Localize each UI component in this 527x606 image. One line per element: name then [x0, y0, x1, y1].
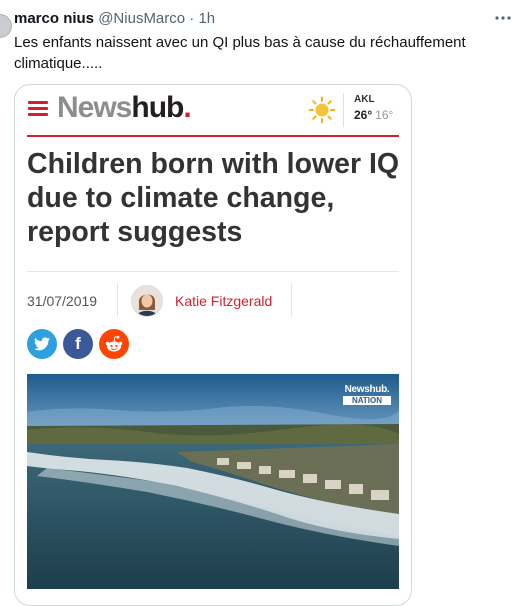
newshub-header: Newshub. AKL 26° 16° — [15, 85, 411, 135]
byline-divider — [117, 283, 118, 317]
byline-rule — [27, 271, 399, 272]
weather-divider — [343, 93, 344, 127]
display-name[interactable]: marco nius — [14, 10, 94, 27]
author-avatar[interactable] — [131, 285, 163, 317]
user-avatar[interactable] — [0, 14, 12, 38]
share-reddit-button[interactable] — [99, 329, 129, 359]
twitter-icon — [34, 337, 50, 351]
menu-icon[interactable] — [28, 101, 48, 117]
reddit-icon — [105, 335, 123, 352]
weather-city: AKL — [354, 94, 375, 105]
article-headline[interactable]: Children born with lower IQ due to clima… — [27, 147, 407, 249]
byline-divider-right — [291, 283, 292, 317]
weather-high: 26° — [354, 108, 373, 122]
weather-temps: 26° 16° — [354, 108, 393, 122]
photo-watermark: Newshub. NATION — [343, 384, 391, 405]
sun-icon — [308, 96, 336, 124]
tweet-header: marco nius @NiusMarco · 1h — [14, 9, 215, 29]
newshub-logo[interactable]: Newshub. — [57, 91, 192, 125]
more-horizontal-icon — [495, 16, 511, 20]
article-photo[interactable]: Newshub. NATION — [27, 374, 399, 589]
header-rule — [27, 135, 399, 137]
tweet-text: Les enfants naissent avec un QI plus bas… — [14, 34, 466, 72]
user-handle[interactable]: @NiusMarco — [98, 10, 185, 27]
publish-date: 31/07/2019 — [27, 293, 98, 309]
tweet-time[interactable]: 1h — [198, 10, 215, 27]
weather-low: 16° — [375, 108, 394, 122]
share-twitter-button[interactable] — [27, 329, 57, 359]
link-preview-card[interactable]: Newshub. AKL 26° 16° Children born with l… — [14, 84, 412, 606]
separator-dot: · — [189, 10, 195, 27]
facebook-icon: f — [75, 334, 81, 353]
author-name[interactable]: Katie Fitzgerald — [175, 293, 272, 309]
more-options-button[interactable] — [491, 6, 515, 30]
share-facebook-button[interactable]: f — [63, 329, 93, 359]
